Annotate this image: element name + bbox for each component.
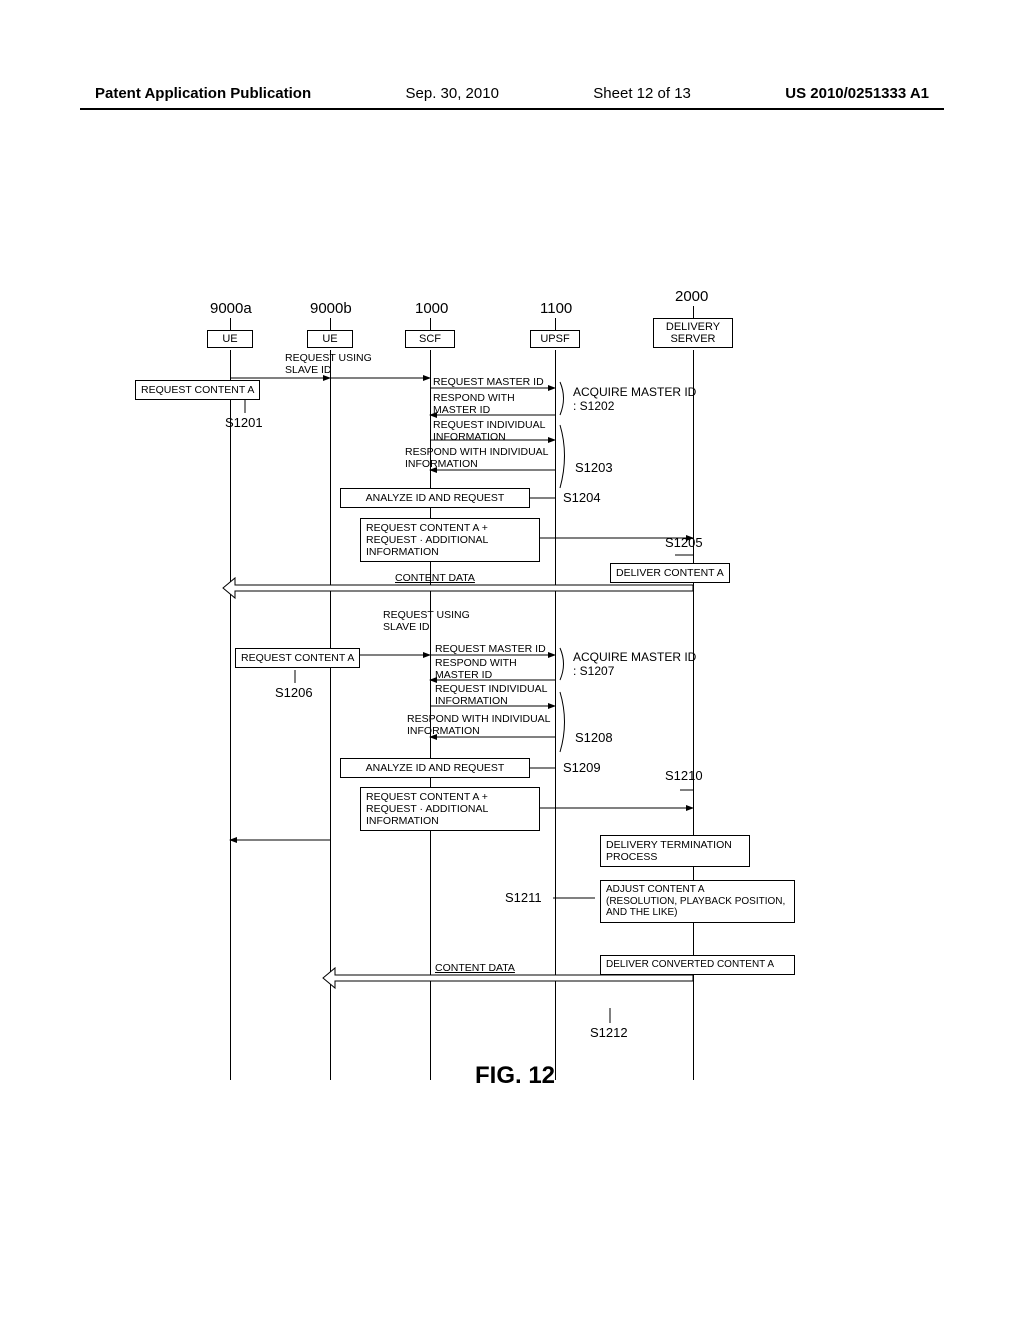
label-resp-master-id-2: RESPOND WITH MASTER ID [435, 658, 517, 681]
box-analyze-2: ANALYZE ID AND REQUEST [340, 758, 530, 778]
label-req-master-id-2: REQUEST MASTER ID [435, 644, 546, 656]
lifeline-ue-b [330, 350, 331, 1080]
box-request-content-a-1: REQUEST CONTENT A [135, 380, 260, 400]
label-content-data-2: CONTENT DATA [435, 963, 515, 975]
step-s1205: S1205 [665, 535, 703, 550]
step-s1201: S1201 [225, 415, 263, 430]
step-s1212: S1212 [590, 1025, 628, 1040]
lane-box-ue-a: UE [207, 330, 253, 348]
lane-box-upsf: UPSF [530, 330, 580, 348]
step-s1206: S1206 [275, 685, 313, 700]
header-date: Sep. 30, 2010 [406, 85, 499, 102]
box-deliver-conv: DELIVER CONVERTED CONTENT A [600, 955, 795, 975]
step-s1208: S1208 [575, 730, 613, 745]
step-s1209: S1209 [563, 760, 601, 775]
step-s1207: ACQUIRE MASTER ID : S1207 [573, 650, 696, 678]
step-s1204: S1204 [563, 490, 601, 505]
label-resp-indiv-2: RESPOND WITH INDIVIDUAL INFORMATION [407, 714, 551, 737]
header-rule [80, 108, 944, 110]
lead-upsf [555, 318, 556, 330]
lead-scf [430, 318, 431, 330]
step-s1210: S1210 [665, 768, 703, 783]
label-resp-indiv-1: RESPOND WITH INDIVIDUAL INFORMATION [405, 447, 549, 470]
lifeline-upsf [555, 350, 556, 1080]
lane-box-ue-b: UE [307, 330, 353, 348]
lead-ue-b [330, 318, 331, 330]
lane-num-upsf: 1100 [540, 300, 572, 317]
lane-num-ds: 2000 [675, 288, 708, 305]
lead-ue-a [230, 318, 231, 330]
box-req-content-plus-2: REQUEST CONTENT A + REQUEST · ADDITIONAL… [360, 787, 540, 831]
page: Patent Application Publication Sep. 30, … [0, 0, 1024, 1320]
label-content-data-1: CONTENT DATA [395, 573, 475, 585]
step-s1211: S1211 [505, 890, 542, 905]
header-sheet: Sheet 12 of 13 [593, 85, 691, 102]
box-deliver-a: DELIVER CONTENT A [610, 563, 730, 583]
header-left: Patent Application Publication [95, 85, 311, 102]
lead-ds [693, 306, 694, 318]
label-req-slave-id-2: REQUEST USING SLAVE ID [383, 610, 470, 633]
box-adjust: ADJUST CONTENT A (RESOLUTION, PLAYBACK P… [600, 880, 795, 923]
label-req-master-id-1: REQUEST MASTER ID [433, 377, 544, 389]
lane-num-scf: 1000 [415, 300, 448, 317]
lifeline-ue-a [230, 350, 231, 1080]
box-analyze-1: ANALYZE ID AND REQUEST [340, 488, 530, 508]
lane-box-scf: SCF [405, 330, 455, 348]
lane-num-ue-a: 9000a [210, 300, 252, 317]
step-s1203: S1203 [575, 460, 613, 475]
step-s1202: ACQUIRE MASTER ID : S1202 [573, 385, 696, 413]
lane-box-ds: DELIVERY SERVER [653, 318, 733, 348]
label-req-indiv-1: REQUEST INDIVIDUAL INFORMATION [433, 420, 545, 443]
lane-num-ue-b: 9000b [310, 300, 352, 317]
header-pubno: US 2010/0251333 A1 [785, 85, 929, 102]
label-req-indiv-2: REQUEST INDIVIDUAL INFORMATION [435, 684, 547, 707]
label-req-slave-id-1: REQUEST USING SLAVE ID [285, 353, 372, 376]
box-req-content-plus-1: REQUEST CONTENT A + REQUEST · ADDITIONAL… [360, 518, 540, 562]
label-resp-master-id-1: RESPOND WITH MASTER ID [433, 393, 515, 416]
box-request-content-a-2: REQUEST CONTENT A [235, 648, 360, 668]
sequence-diagram: 9000a 9000b 1000 1100 2000 UE UE SCF UPS… [135, 260, 895, 1090]
page-header: Patent Application Publication Sep. 30, … [0, 85, 1024, 102]
figure-caption: FIG. 12 [135, 1062, 895, 1090]
box-termination: DELIVERY TERMINATION PROCESS [600, 835, 750, 867]
